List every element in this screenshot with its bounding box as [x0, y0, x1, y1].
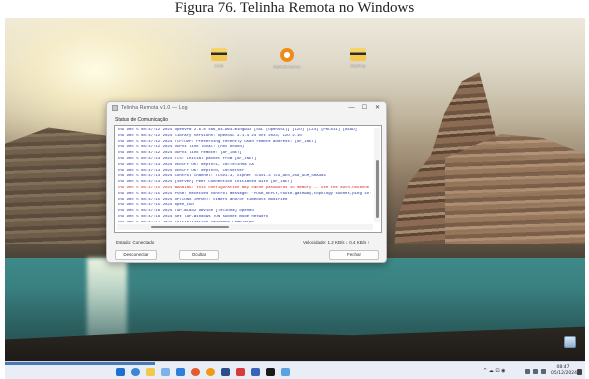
minimize-button[interactable]: —: [346, 104, 357, 113]
remote-app-icon[interactable]: [206, 368, 215, 376]
window-title: Telinha Remota v1.0 — Log: [121, 105, 188, 111]
battery-icon[interactable]: [541, 369, 546, 374]
desktop-icon-label: Desktop: [350, 63, 366, 68]
log-line: Thu Dec 5 08:47:15 2024 WARNING: this co…: [117, 185, 371, 190]
close-button[interactable]: Fechar: [329, 250, 379, 260]
app-window-icon: [112, 105, 118, 111]
horizontal-scroll-thumb[interactable]: [151, 226, 229, 228]
teams-icon[interactable]: [251, 368, 260, 376]
mail-icon[interactable]: [236, 368, 245, 376]
clock-date: 05/12/2024: [551, 370, 577, 376]
settings-icon[interactable]: [221, 368, 230, 376]
log-line: Thu Dec 5 08:47:15 2024 PUSH: Received c…: [117, 191, 371, 196]
transfer-speed: Velocidade: 1.2 KB/s ↓ 0.4 KB/s ↑: [303, 240, 370, 245]
photos-icon[interactable]: [281, 368, 290, 376]
taskbar-clock[interactable]: 08:47 05/12/2024: [551, 365, 577, 376]
disconnect-button[interactable]: Desconectar: [115, 250, 157, 260]
close-window-button[interactable]: ✕: [372, 104, 383, 113]
desktop-icon-tools[interactable]: tools: [199, 48, 239, 68]
recycle-bin-icon[interactable]: [564, 336, 576, 348]
log-dialog-window: Telinha Remota v1.0 — Log — ☐ ✕ Status d…: [106, 101, 387, 263]
vertical-scrollbar[interactable]: [374, 128, 380, 222]
hide-button[interactable]: Ocultar: [179, 250, 219, 260]
log-line: Thu Dec 5 08:47:12 2024 OpenVPN 2.6.8 x8…: [117, 128, 358, 132]
desktop-icon-desktop[interactable]: Desktop: [338, 48, 378, 68]
system-tray[interactable]: ^ ☁ ⊡ ◉: [483, 368, 506, 375]
log-textarea[interactable]: Thu Dec 5 08:47:12 2024 OpenVPN 2.6.8 x8…: [114, 125, 382, 233]
notification-icon[interactable]: [577, 369, 582, 375]
folder-icon: [350, 48, 366, 61]
taskbar-preview-strip: [5, 362, 155, 365]
figure-caption: Figura 76. Telinha Remota no Windows: [0, 0, 589, 20]
task-view-icon[interactable]: [161, 368, 170, 376]
desktop-icon-label: Remote Server: [273, 64, 301, 69]
horizontal-scrollbar[interactable]: [117, 224, 373, 230]
desktop-icon-label: tools: [214, 63, 224, 68]
file-explorer-icon[interactable]: [146, 368, 155, 376]
terminal-icon[interactable]: [266, 368, 275, 376]
volume-icon[interactable]: [533, 369, 538, 374]
taskbar: ^ ☁ ⊡ ◉ 08:47 05/12/2024: [5, 361, 585, 379]
maximize-button[interactable]: ☐: [359, 104, 370, 113]
search-icon[interactable]: [131, 368, 140, 376]
connection-status: Estado: Conectado: [116, 240, 155, 245]
store-icon[interactable]: [176, 368, 185, 376]
folder-icon: [211, 48, 227, 61]
log-lines: Thu Dec 5 08:47:12 2024 OpenVPN 2.6.8 x8…: [117, 128, 371, 222]
desktop-icon-remote-server[interactable]: Remote Server: [267, 48, 307, 69]
section-label: Status de Comunicação: [115, 117, 169, 123]
wifi-icon[interactable]: [525, 369, 530, 374]
vertical-scroll-thumb[interactable]: [376, 160, 379, 218]
browser-icon[interactable]: [191, 368, 200, 376]
log-line: Thu Dec 5 08:47:17 2024 Initialization S…: [117, 221, 371, 222]
app-icon: [280, 48, 294, 62]
start-menu-icon[interactable]: [116, 368, 125, 376]
title-bar[interactable]: Telinha Remota v1.0 — Log — ☐ ✕: [107, 102, 386, 115]
